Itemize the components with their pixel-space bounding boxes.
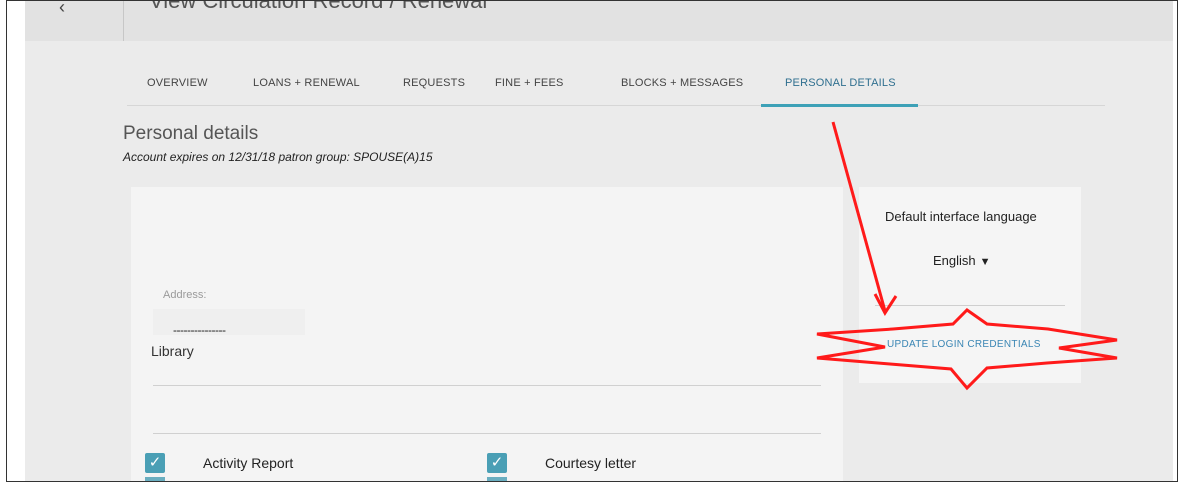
courtesy-letter-checkbox[interactable]: ✓ [487, 453, 507, 473]
activity-report-checkbox[interactable]: ✓ [145, 453, 165, 473]
panel-divider [875, 305, 1065, 306]
activity-report-label: Activity Report [203, 455, 294, 471]
chevron-left-icon[interactable]: ‹ [59, 1, 65, 18]
caret-down-icon: ▼ [979, 256, 991, 268]
main-content: OVERVIEW LOANS + RENEWAL REQUESTS FINE +… [25, 41, 1173, 481]
account-expiry-text: Account expires on 12/31/18 patron group… [123, 150, 433, 164]
address-line-redacted: --------------- [173, 323, 226, 337]
language-value: English [933, 253, 976, 268]
header-bar: ‹ View Circulation Record / Renewal [25, 1, 1173, 41]
tab-fine-fees[interactable]: FINE + FEES [495, 77, 564, 89]
card-divider [153, 385, 821, 386]
checkbox-next-row [487, 477, 507, 481]
card-divider [153, 433, 821, 434]
tab-personal-details[interactable]: PERSONAL DETAILS [785, 77, 896, 89]
page-title: View Circulation Record / Renewal [149, 0, 488, 13]
update-login-credentials-link[interactable]: UPDATE LOGIN CREDENTIALS [887, 339, 1041, 350]
checkbox-next-row [145, 477, 165, 481]
active-tab-indicator [761, 104, 918, 107]
tab-loans-renewal[interactable]: LOANS + RENEWAL [253, 77, 360, 89]
language-panel: Default interface language English ▼ UPDA… [859, 187, 1081, 383]
section-title: Personal details [123, 123, 259, 144]
header-divider [123, 1, 124, 41]
language-label: Default interface language [885, 209, 1037, 224]
address-label: Address: [163, 289, 207, 301]
tab-blocks-messages[interactable]: BLOCKS + MESSAGES [621, 77, 743, 89]
tab-bar: OVERVIEW LOANS + RENEWAL REQUESTS FINE +… [127, 61, 1105, 107]
language-select[interactable]: English ▼ [933, 253, 991, 268]
screenshot-frame: ‹ View Circulation Record / Renewal OVER… [6, 0, 1178, 482]
personal-details-card: Address: --------------- Library ✓ Activ… [131, 187, 843, 481]
courtesy-letter-label: Courtesy letter [545, 455, 637, 471]
tab-requests[interactable]: REQUESTS [403, 77, 465, 89]
address-value: Library [151, 343, 194, 359]
tab-overview[interactable]: OVERVIEW [147, 77, 208, 89]
